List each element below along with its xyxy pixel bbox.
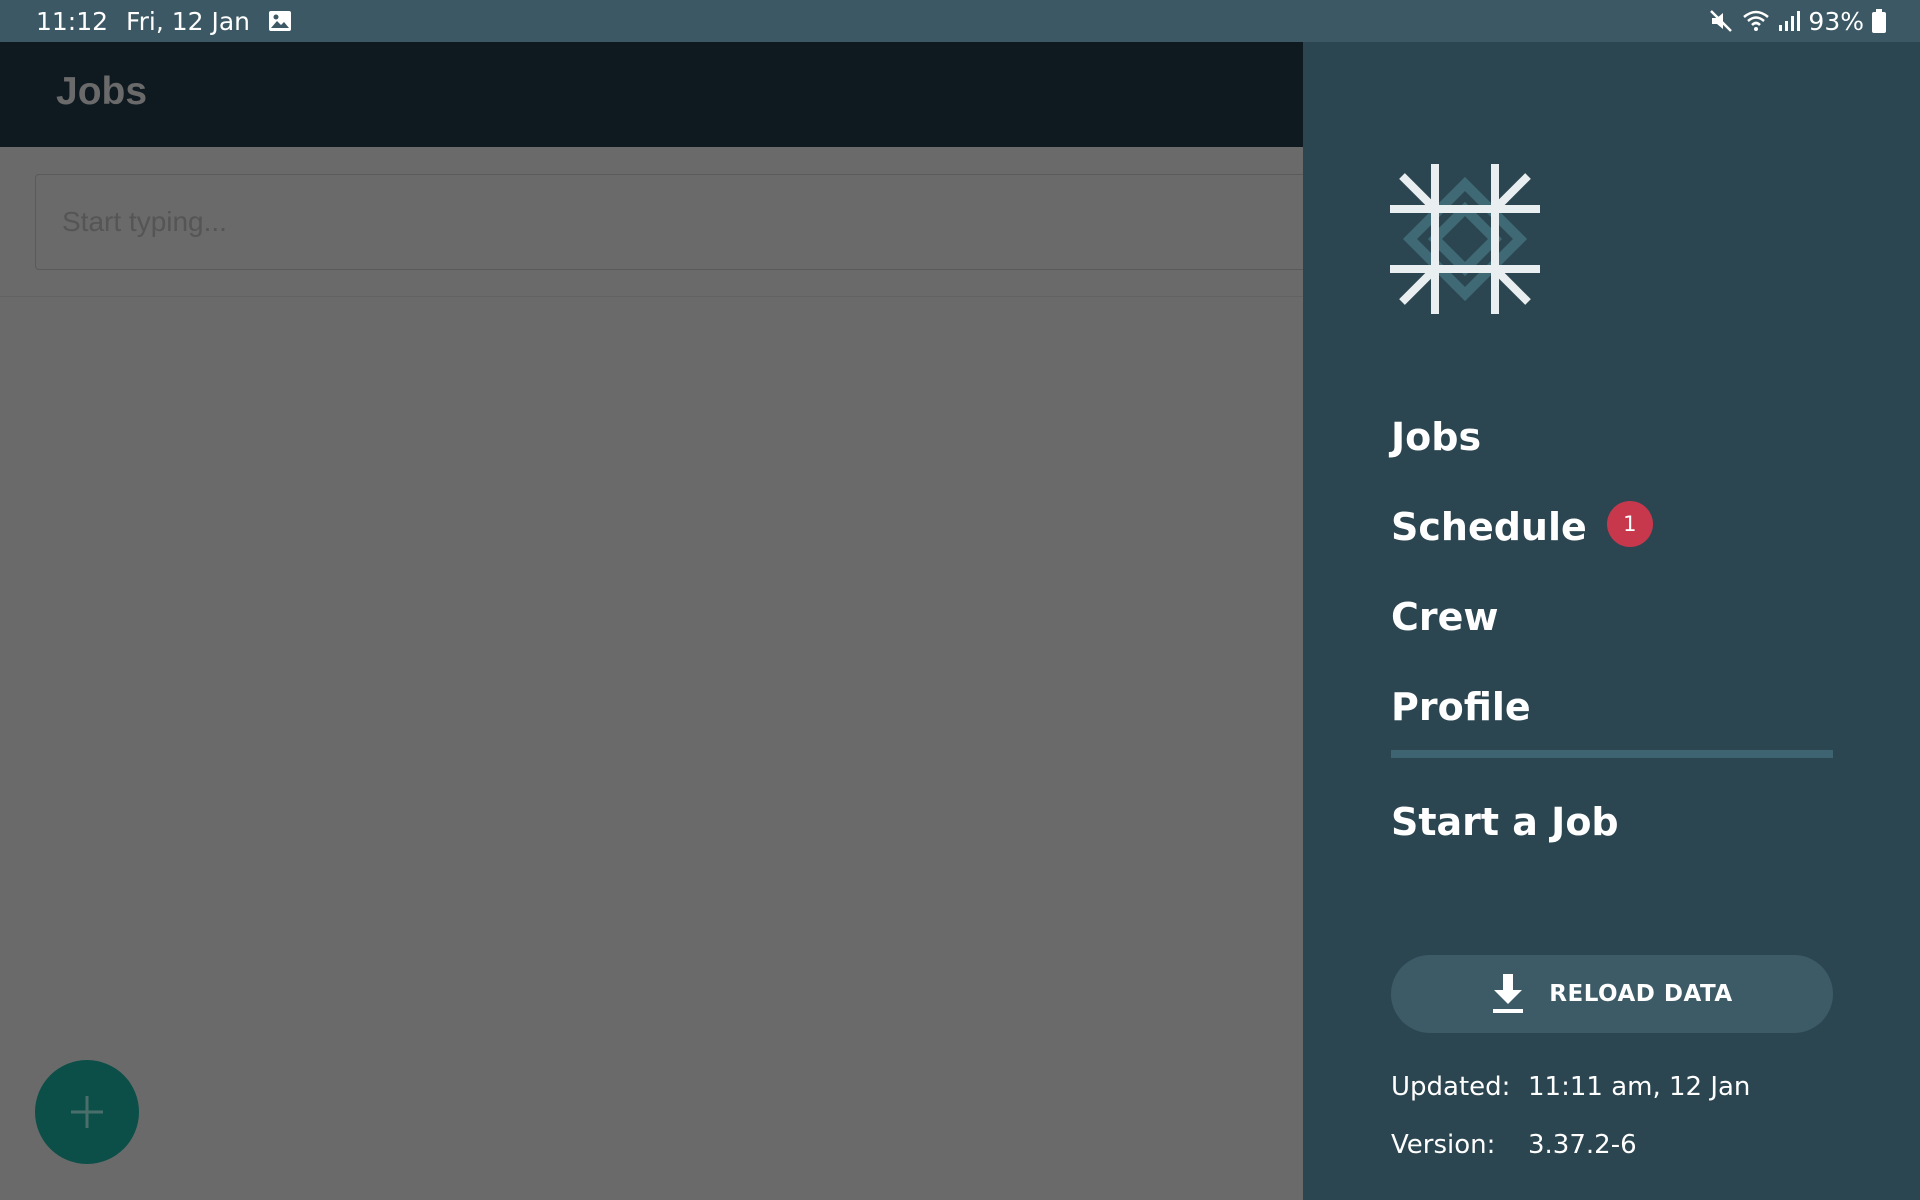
status-bar: 11:12 Fri, 12 Jan 93%: [0, 0, 1920, 42]
start-job-link[interactable]: Start a Job: [1391, 777, 1619, 867]
search-container: [0, 147, 1325, 297]
nav-item-jobs[interactable]: Jobs: [1391, 392, 1833, 482]
version-value: 3.37.2-6: [1528, 1130, 1637, 1160]
status-right: 93%: [1708, 0, 1886, 42]
version-label: Version:: [1391, 1130, 1496, 1160]
nav-item-crew[interactable]: Crew: [1391, 572, 1833, 662]
drawer-nav: Jobs Schedule 1 Crew Profile: [1391, 392, 1833, 752]
reload-data-label: RELOAD DATA: [1549, 981, 1733, 1007]
search-input[interactable]: [35, 174, 1325, 270]
updated-info: Updated: 11:11 am, 12 Jan: [1391, 1072, 1750, 1102]
reload-data-button[interactable]: RELOAD DATA: [1391, 955, 1833, 1033]
download-icon: [1491, 974, 1525, 1014]
status-date: Fri, 12 Jan: [126, 6, 251, 36]
navigation-drawer: Jobs Schedule 1 Crew Profile Start a Job…: [1303, 42, 1920, 1200]
battery-percent: 93%: [1808, 6, 1864, 36]
wifi-icon: [1742, 9, 1770, 33]
nav-item-schedule[interactable]: Schedule 1: [1391, 482, 1833, 572]
schedule-badge: 1: [1606, 501, 1653, 547]
mute-icon: [1708, 8, 1734, 34]
nav-item-profile[interactable]: Profile: [1391, 662, 1833, 752]
plus-icon: [67, 1092, 107, 1132]
status-time: 11:12: [36, 6, 109, 36]
nav-item-label: Crew: [1391, 595, 1499, 639]
app-bar: Jobs: [0, 42, 1303, 147]
updated-value: 11:11 am, 12 Jan: [1528, 1072, 1751, 1102]
jobs-screen: Jobs: [0, 42, 1325, 1200]
nav-item-label: Profile: [1391, 685, 1531, 729]
app-logo: [1390, 164, 1540, 314]
updated-label: Updated:: [1391, 1072, 1511, 1102]
nav-item-label: Schedule: [1391, 505, 1587, 549]
signal-icon: [1778, 10, 1801, 32]
nav-item-label: Jobs: [1391, 415, 1482, 459]
start-job-label: Start a Job: [1391, 800, 1619, 844]
page-title: Jobs: [56, 70, 148, 113]
version-info: Version: 3.37.2-6: [1391, 1130, 1637, 1160]
drawer-divider: [1391, 750, 1833, 758]
gallery-icon: [268, 10, 292, 32]
battery-icon: [1872, 9, 1886, 33]
status-left: 11:12 Fri, 12 Jan: [36, 0, 292, 42]
add-job-button[interactable]: [35, 1060, 139, 1164]
